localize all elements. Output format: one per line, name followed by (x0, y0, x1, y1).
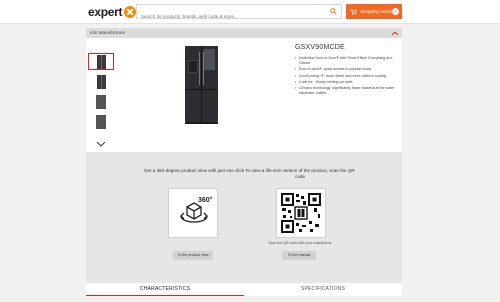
expert-logo[interactable]: expert (88, 5, 137, 19)
search-input[interactable] (137, 10, 322, 23)
feature-item: DoorCooling+®: much faster and more unif… (295, 74, 401, 79)
feature-item: Door-in-door®: quick access to popular f… (295, 67, 401, 72)
qr-section: To view a life-size version of the produ… (240, 168, 360, 260)
fridge-thumbnail-image (96, 74, 106, 89)
detail-thumbnail-image (96, 94, 106, 109)
feature-item: UVnano technology: significantly fewer b… (295, 86, 401, 96)
qr-caption: Scan the QR code with your smartphone (268, 241, 332, 245)
feature-list: InstaView Door-in-Door® with Show Effect… (295, 56, 401, 98)
view-360-icon: 360° (180, 196, 213, 223)
tab-specifications[interactable]: SPECIFICATIONS (244, 283, 402, 296)
info-bar-label: Info Manufacturer (90, 30, 126, 35)
detail-tabs: CHARACTERISTICS SPECIFICATIONS (86, 283, 402, 296)
product-info-panel: GSXV90MCDE InstaView Door-in-Door® with … (86, 38, 402, 152)
basket-label: Shopping basket (360, 9, 394, 14)
thumbnail-2[interactable] (88, 73, 114, 90)
fridge-thumbnail-image (96, 54, 106, 69)
tab-characteristics[interactable]: CHARACTERISTICS (86, 283, 244, 296)
thumbnail-1[interactable] (88, 53, 114, 70)
view-360-section: Get a 360-degree product view with just … (134, 168, 254, 260)
thumbnail-gallery (88, 53, 115, 147)
view-360-badge: 360° (198, 196, 213, 204)
feature-item: Craft Ice : Slowly melting ice balls (295, 80, 401, 85)
site-header: expert Shopping basket 0 (0, 0, 500, 24)
search-box (136, 4, 342, 23)
media-section: Get a 360-degree product view with just … (86, 152, 402, 283)
shopping-basket-button[interactable]: Shopping basket 0 (346, 4, 402, 19)
view-360-title: Get a 360-degree product view with just … (143, 168, 245, 173)
search-icon[interactable] (330, 8, 337, 15)
qr-title: To view a life-size version of the produ… (245, 168, 355, 179)
thumbnail-4[interactable] (88, 113, 114, 130)
view-360-card[interactable]: 360° (168, 188, 218, 238)
to-manual-button[interactable]: To the manual (282, 251, 316, 260)
thumbnail-3[interactable] (88, 93, 114, 110)
product-image (185, 46, 218, 122)
logo-mark-icon (124, 6, 137, 18)
product-model: GSXV90MCDE (295, 44, 345, 51)
chevron-down-icon[interactable] (97, 142, 105, 147)
detail-thumbnail-image (96, 114, 106, 129)
qr-code-image (281, 193, 321, 233)
logo-text: expert (88, 5, 123, 19)
basket-count-badge: 0 (392, 8, 399, 15)
to-product-view-button[interactable]: To the product view (173, 251, 213, 260)
chevron-up-icon[interactable] (392, 32, 398, 35)
feature-item: InstaView Door-in-Door® with Show Effect… (295, 56, 401, 66)
cart-icon (350, 8, 357, 15)
qr-card (276, 188, 326, 238)
info-manufacturer-bar[interactable]: Info Manufacturer (86, 28, 402, 38)
